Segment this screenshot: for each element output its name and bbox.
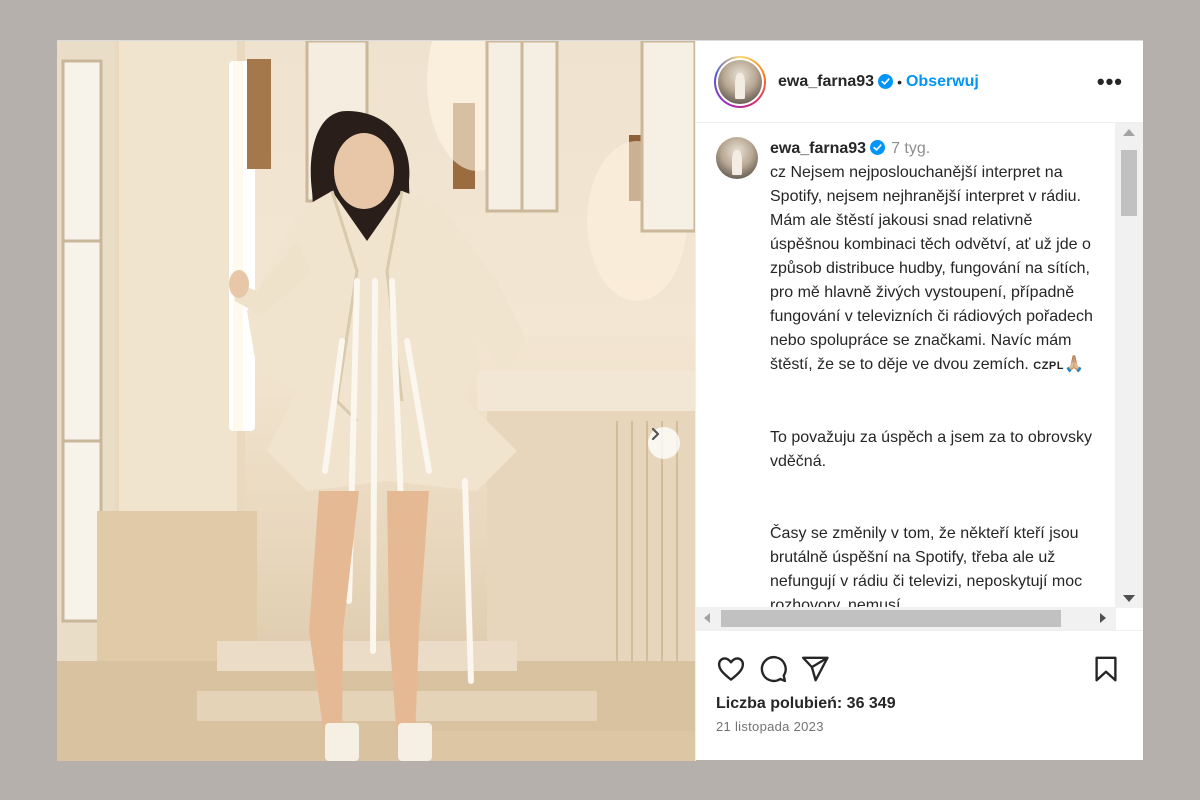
vertical-scrollbar[interactable] <box>1115 123 1143 608</box>
prayer-emoji: 🙏🏼 <box>1063 356 1084 373</box>
scroll-down-arrow-icon[interactable] <box>1123 595 1135 602</box>
heart-icon[interactable] <box>716 654 746 684</box>
chevron-right-icon <box>651 427 660 441</box>
comment-icon[interactable] <box>758 654 788 684</box>
header-username[interactable]: ewa_farna93 <box>778 73 874 91</box>
instagram-post: ewa_farna93 • Obserwuj ••• ewa_farna93 7 … <box>57 40 1143 761</box>
caption-username[interactable]: ewa_farna93 <box>770 140 866 157</box>
comments-scroll-area[interactable]: ewa_farna93 7 tyg. cz Nejsem nejposloucha… <box>696 123 1143 631</box>
header-separator: • <box>897 73 902 90</box>
next-image-button[interactable] <box>648 427 680 459</box>
scroll-up-arrow-icon[interactable] <box>1123 129 1135 136</box>
post-date[interactable]: 21 listopada 2023 <box>696 713 1143 734</box>
verified-badge-icon <box>878 74 894 89</box>
bookmark-icon[interactable] <box>1091 654 1121 684</box>
caption-text-2: To považuju za úspěch a jsem za to obrov… <box>770 429 1092 470</box>
horizontal-scrollbar[interactable] <box>696 607 1116 630</box>
story-ring[interactable] <box>714 55 766 108</box>
caption-first-paragraph: ewa_farna93 7 tyg. cz Nejsem nejposloucha… <box>770 137 1100 378</box>
avatar[interactable] <box>718 59 762 104</box>
caption: ewa_farna93 7 tyg. cz Nejsem nejposloucha… <box>696 123 1110 608</box>
horizontal-scroll-thumb[interactable] <box>721 610 1061 627</box>
follow-button[interactable]: Obserwuj <box>906 73 979 91</box>
caption-avatar[interactable] <box>716 137 758 179</box>
paper-plane-icon[interactable] <box>800 654 830 684</box>
caption-text-3: Časy se změnily v tom, že někteří kteří … <box>770 525 1083 608</box>
post-photo[interactable] <box>57 41 695 761</box>
caption-time[interactable]: 7 tyg. <box>891 140 930 157</box>
post-side-panel: ewa_farna93 • Obserwuj ••• ewa_farna93 7 … <box>695 41 1143 761</box>
likes-count[interactable]: Liczba polubień: 36 349 <box>696 691 1143 713</box>
caption-body: ewa_farna93 7 tyg. cz Nejsem nejposloucha… <box>770 137 1100 608</box>
post-actions <box>696 631 1143 691</box>
scroll-left-arrow-icon[interactable] <box>704 613 710 623</box>
more-options-button[interactable]: ••• <box>1097 69 1123 95</box>
scroll-right-arrow-icon[interactable] <box>1100 613 1106 623</box>
verified-badge-icon <box>870 140 886 155</box>
post-header: ewa_farna93 • Obserwuj ••• <box>696 41 1143 123</box>
vertical-scroll-thumb[interactable] <box>1121 150 1137 216</box>
caption-text-1: cz Nejsem nejposlouchanější interpret na… <box>770 164 1093 373</box>
flags-label: CZPL <box>1033 360 1064 372</box>
photo-illustration <box>57 41 695 761</box>
